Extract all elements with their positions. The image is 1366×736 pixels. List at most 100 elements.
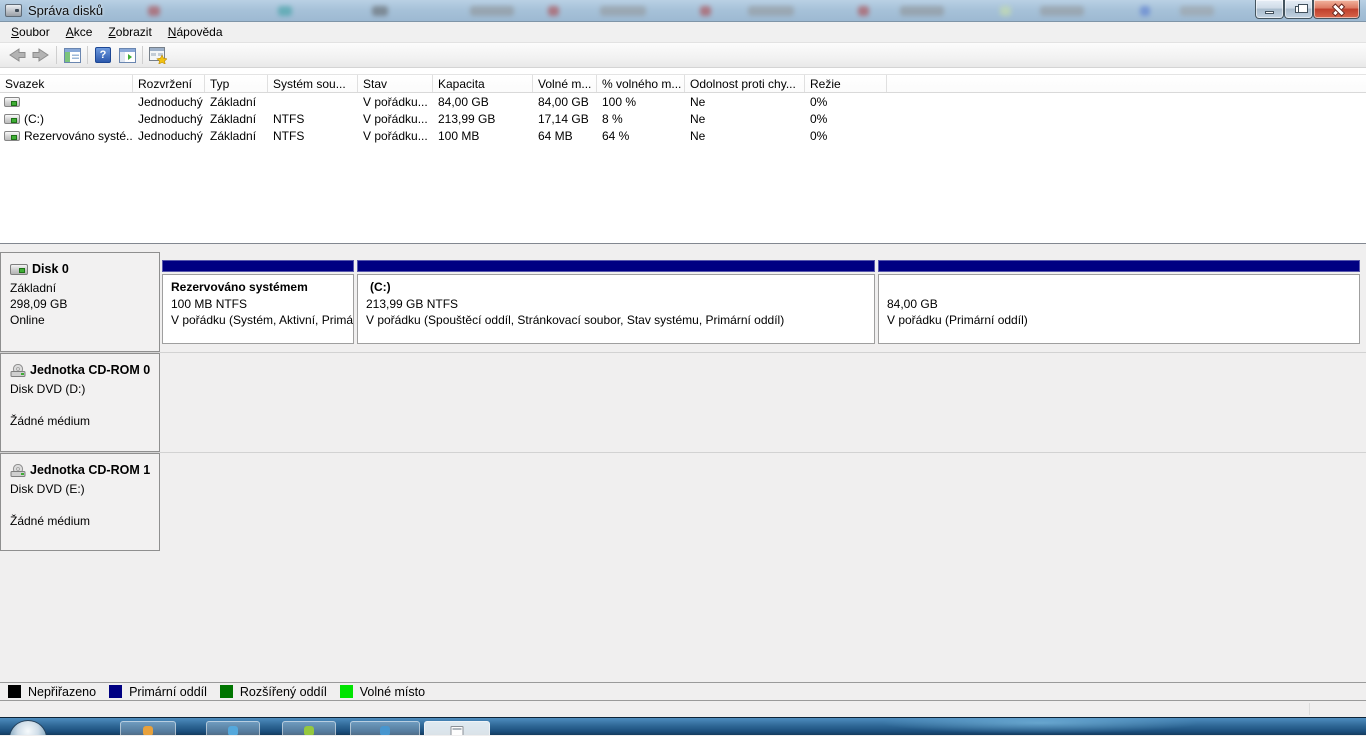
cell-stav: V pořádku... <box>363 94 428 109</box>
disk-icon <box>10 263 28 275</box>
partition-status: V pořádku (Spouštěcí oddíl, Stránkovací … <box>366 313 785 327</box>
restore-button[interactable] <box>1284 0 1313 19</box>
cell-system: NTFS <box>273 128 305 143</box>
taskbar-button-2[interactable] <box>206 721 260 735</box>
partition-size: 100 MB NTFS <box>171 296 248 311</box>
console-tree-button[interactable] <box>60 44 84 66</box>
column-header-volne-misto[interactable]: Volné m... <box>533 75 597 92</box>
show-hide-pane-button[interactable] <box>115 44 139 66</box>
partition-system-reserved[interactable]: Rezervováno systémem 100 MB NTFS V pořád… <box>162 260 354 344</box>
cell-typ: Základní <box>210 94 257 109</box>
help-icon: ? <box>95 47 111 63</box>
disk-size: 298,09 GB <box>10 297 68 311</box>
cell-rozvrzeni: Jednoduchý <box>138 111 203 126</box>
toolbar-separator <box>87 46 88 64</box>
cell-rezie: 0% <box>810 111 828 126</box>
partition-status: V pořádku (Primární oddíl) <box>887 313 1028 327</box>
partition-title: Rezervováno systémem <box>171 280 308 294</box>
cell-procent: 64 % <box>602 128 630 143</box>
cell-rezie: 0% <box>810 128 828 143</box>
menu-zobrazit[interactable]: Zobrazit <box>100 23 159 42</box>
free-space-color-swatch <box>339 685 353 698</box>
taskbar-button-3[interactable] <box>282 721 336 735</box>
column-header-rozvrzeni[interactable]: Rozvržení <box>133 75 205 92</box>
start-button[interactable] <box>9 720 47 735</box>
menu-akce[interactable]: Akce <box>58 23 101 42</box>
volume-icon <box>4 130 20 141</box>
cdrom-1-row: Jednotka CD-ROM 1 Disk DVD (E:) Žádné mé… <box>0 452 1366 551</box>
disk-0-info-panel[interactable]: Disk 0 Základní 298,09 GB Online <box>0 252 160 352</box>
cdrom-1-empty-track <box>160 453 1366 551</box>
partition-title <box>887 279 1351 296</box>
title-bar: Správa disků <box>0 0 1366 22</box>
cell-system: NTFS <box>273 111 305 126</box>
partition-color-bar <box>357 260 875 272</box>
partition-unlabeled[interactable]: 84,00 GB V pořádku (Primární oddíl) <box>878 260 1360 344</box>
volume-row-unlabeled[interactable]: Jednoduchý Základní V pořádku... 84,00 G… <box>0 93 1366 110</box>
console-tree-icon <box>63 47 81 63</box>
cell-procent: 100 % <box>602 94 637 109</box>
cdrom-name: Jednotka CD-ROM 0 <box>30 363 151 377</box>
back-arrow-icon <box>9 48 26 62</box>
app-icon <box>5 4 22 17</box>
legend-label: Rozšířený oddíl <box>239 684 327 699</box>
forward-button[interactable] <box>29 44 53 66</box>
column-header-procento-volneho[interactable]: % volného m... <box>597 75 685 92</box>
volume-row-rezervovano[interactable]: Rezervováno systé... Jednoduchý Základní… <box>0 127 1366 144</box>
taskbar-button-1[interactable] <box>120 721 176 735</box>
partition-size: 84,00 GB <box>887 296 938 311</box>
column-header-svazek[interactable]: Svazek <box>0 75 133 92</box>
pane-splitter[interactable] <box>0 244 1366 252</box>
cdrom-icon <box>10 463 26 477</box>
window-controls <box>1255 0 1360 19</box>
partition-c[interactable]: (C:) 213,99 GB NTFS V pořádku (Spouštěcí… <box>357 260 875 344</box>
back-button[interactable] <box>5 44 29 66</box>
volume-table-header: Svazek Rozvržení Typ Systém sou... Stav … <box>0 74 1366 93</box>
cell-stav: V pořádku... <box>363 111 428 126</box>
minimize-icon <box>1265 10 1274 14</box>
graphical-view-empty-area <box>0 551 1366 682</box>
cdrom-drive-letter: Disk DVD (D:) <box>10 382 86 396</box>
volume-row-c[interactable]: (C:) Jednoduchý Základní NTFS V pořádku.… <box>0 110 1366 127</box>
blue-app-icon <box>380 726 390 735</box>
column-header-system-souboru[interactable]: Systém sou... <box>268 75 358 92</box>
cdrom-name: Jednotka CD-ROM 1 <box>30 463 151 477</box>
legend-free-space: Volné místo <box>339 685 425 699</box>
cdrom-1-info-panel[interactable]: Jednotka CD-ROM 1 Disk DVD (E:) Žádné mé… <box>0 453 160 551</box>
aero-glass-background <box>0 0 1366 21</box>
disk-actions-icon <box>149 46 167 64</box>
status-bar <box>0 701 1366 717</box>
toolbar-separator <box>142 46 143 64</box>
menu-soubor[interactable]: Soubor <box>3 23 58 42</box>
disk-status: Online <box>10 313 45 327</box>
partition-status: V pořádku (Systém, Aktivní, Primá <box>171 313 354 327</box>
cell-kapacita: 100 MB <box>438 128 480 143</box>
cell-rozvrzeni: Jednoduchý <box>138 128 203 143</box>
taskbar-button-4[interactable] <box>350 721 420 735</box>
minimize-button[interactable] <box>1255 0 1284 19</box>
column-header-typ[interactable]: Typ <box>205 75 268 92</box>
disk-0-partition-track: Rezervováno systémem 100 MB NTFS V pořád… <box>160 252 1366 352</box>
column-header-stav[interactable]: Stav <box>358 75 433 92</box>
column-header-odolnost[interactable]: Odolnost proti chy... <box>685 75 805 92</box>
taskbar-sheen <box>880 718 1200 734</box>
legend-extended-partition: Rozšířený oddíl <box>219 684 327 699</box>
extended-color-swatch <box>219 685 233 698</box>
column-header-rezie[interactable]: Režie <box>805 75 887 92</box>
cell-odolnost: Ne <box>690 94 706 109</box>
close-button[interactable] <box>1313 0 1360 19</box>
taskbar-button-active[interactable] <box>424 721 490 735</box>
cell-typ: Základní <box>210 128 257 143</box>
legend-label: Nepřiřazeno <box>28 684 97 699</box>
cell-typ: Základní <box>210 111 257 126</box>
column-header-kapacita[interactable]: Kapacita <box>433 75 533 92</box>
window-app-icon <box>450 726 464 735</box>
legend-bar: Nepřiřazeno Primární oddíl Rozšířený odd… <box>0 682 1366 701</box>
cell-rezie: 0% <box>810 94 828 109</box>
cdrom-0-info-panel[interactable]: Jednotka CD-ROM 0 Disk DVD (D:) Žádné mé… <box>0 353 160 452</box>
menu-napoveda[interactable]: Nápověda <box>160 23 231 42</box>
volume-icon <box>4 113 20 124</box>
help-button[interactable]: ? <box>91 44 115 66</box>
cdrom-0-empty-track <box>160 353 1366 452</box>
disk-actions-button[interactable] <box>146 44 170 66</box>
